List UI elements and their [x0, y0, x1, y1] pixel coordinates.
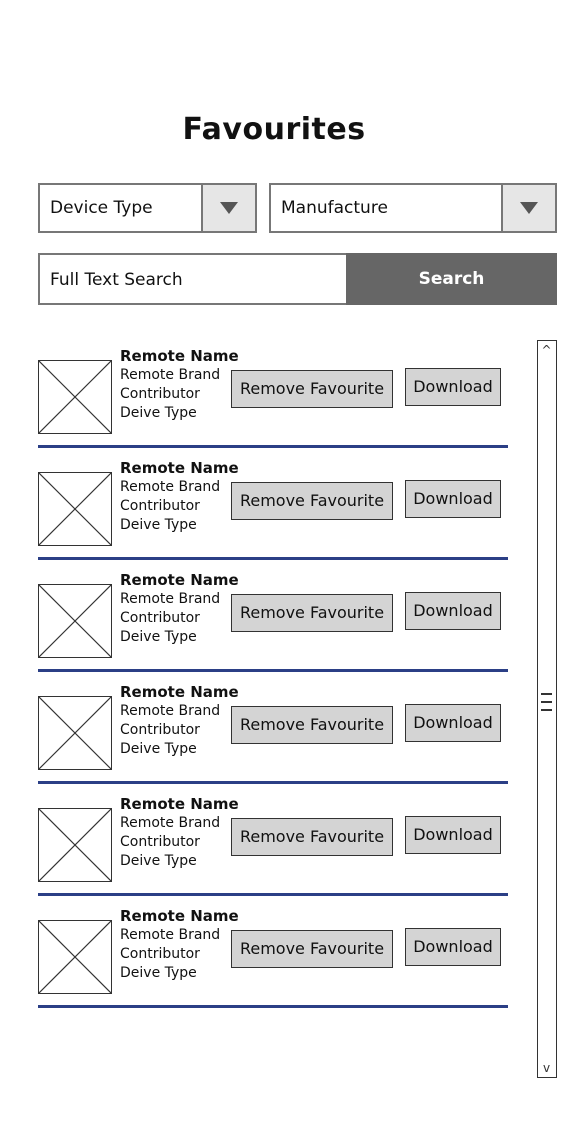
remote-name: Remote Name — [120, 459, 239, 477]
image-placeholder-icon — [38, 696, 112, 770]
scroll-grip-line[interactable] — [541, 701, 552, 703]
row-divider — [38, 1005, 508, 1008]
chevron-down-icon — [220, 202, 238, 214]
remove-favourite-button[interactable]: Remove Favourite — [231, 930, 393, 968]
device-type-label: Device Type — [50, 198, 153, 218]
item-details: Remote Name Remote Brand Contributor Deive … — [120, 458, 239, 535]
manufacture-toggle[interactable] — [501, 185, 555, 231]
contributor: Contributor — [120, 610, 200, 626]
image-placeholder-icon — [38, 472, 112, 546]
remote-name: Remote Name — [120, 683, 239, 701]
remove-favourite-button[interactable]: Remove Favourite — [231, 482, 393, 520]
list-item: Remote Name Remote Brand Contributor Deive … — [36, 676, 516, 788]
remote-name: Remote Name — [120, 347, 239, 365]
download-button[interactable]: Download — [405, 928, 501, 966]
image-placeholder-icon — [38, 584, 112, 658]
download-button[interactable]: Download — [405, 704, 501, 742]
scroll-grip-line[interactable] — [541, 709, 552, 711]
image-placeholder-icon — [38, 360, 112, 434]
remote-brand: Remote Brand — [120, 591, 221, 607]
download-button[interactable]: Download — [405, 480, 501, 518]
image-placeholder-icon — [38, 920, 112, 994]
remote-brand: Remote Brand — [120, 367, 221, 383]
remove-favourite-button[interactable]: Remove Favourite — [231, 818, 393, 856]
device-type: Deive Type — [120, 629, 197, 645]
manufacture-label: Manufacture — [281, 198, 388, 218]
device-type: Deive Type — [120, 853, 197, 869]
device-type: Deive Type — [120, 741, 197, 757]
remote-brand: Remote Brand — [120, 479, 221, 495]
search-input[interactable]: Full Text Search — [38, 253, 348, 305]
row-divider — [38, 669, 508, 672]
image-placeholder-icon — [38, 808, 112, 882]
contributor: Contributor — [120, 946, 200, 962]
search-button[interactable]: Search — [346, 253, 557, 305]
item-details: Remote Name Remote Brand Contributor Deive … — [120, 682, 239, 759]
download-button[interactable]: Download — [405, 368, 501, 406]
favourites-list: Remote Name Remote Brand Contributor Deive … — [36, 340, 516, 1012]
remote-name: Remote Name — [120, 571, 239, 589]
device-type-dropdown[interactable]: Device Type — [38, 183, 257, 233]
row-divider — [38, 893, 508, 896]
list-item: Remote Name Remote Brand Contributor Deive … — [36, 452, 516, 564]
contributor: Contributor — [120, 386, 200, 402]
remote-brand: Remote Brand — [120, 815, 221, 831]
download-button[interactable]: Download — [405, 816, 501, 854]
manufacture-dropdown[interactable]: Manufacture — [269, 183, 557, 233]
scroll-up-icon[interactable]: ^ — [538, 343, 555, 357]
remove-favourite-button[interactable]: Remove Favourite — [231, 370, 393, 408]
scrollbar[interactable]: ^ v — [537, 340, 557, 1078]
device-type: Deive Type — [120, 965, 197, 981]
device-type: Deive Type — [120, 517, 197, 533]
contributor: Contributor — [120, 498, 200, 514]
chevron-down-icon — [520, 202, 538, 214]
search-placeholder: Full Text Search — [50, 270, 183, 290]
device-type-toggle[interactable] — [201, 185, 255, 231]
scroll-down-icon[interactable]: v — [538, 1061, 555, 1075]
contributor: Contributor — [120, 722, 200, 738]
remote-name: Remote Name — [120, 795, 239, 813]
remote-brand: Remote Brand — [120, 927, 221, 943]
contributor: Contributor — [120, 834, 200, 850]
item-details: Remote Name Remote Brand Contributor Deive … — [120, 346, 239, 423]
list-item: Remote Name Remote Brand Contributor Deive … — [36, 900, 516, 1012]
list-item: Remote Name Remote Brand Contributor Deive … — [36, 340, 516, 452]
row-divider — [38, 781, 508, 784]
row-divider — [38, 557, 508, 560]
remove-favourite-button[interactable]: Remove Favourite — [231, 706, 393, 744]
item-details: Remote Name Remote Brand Contributor Deive … — [120, 570, 239, 647]
list-item: Remote Name Remote Brand Contributor Deive … — [36, 788, 516, 900]
scroll-grip-line[interactable] — [541, 693, 552, 695]
remote-brand: Remote Brand — [120, 703, 221, 719]
page-title: Favourites — [182, 112, 366, 147]
row-divider — [38, 445, 508, 448]
remote-name: Remote Name — [120, 907, 239, 925]
remove-favourite-button[interactable]: Remove Favourite — [231, 594, 393, 632]
device-type: Deive Type — [120, 405, 197, 421]
download-button[interactable]: Download — [405, 592, 501, 630]
list-item: Remote Name Remote Brand Contributor Deive … — [36, 564, 516, 676]
item-details: Remote Name Remote Brand Contributor Deive … — [120, 906, 239, 983]
item-details: Remote Name Remote Brand Contributor Deive … — [120, 794, 239, 871]
